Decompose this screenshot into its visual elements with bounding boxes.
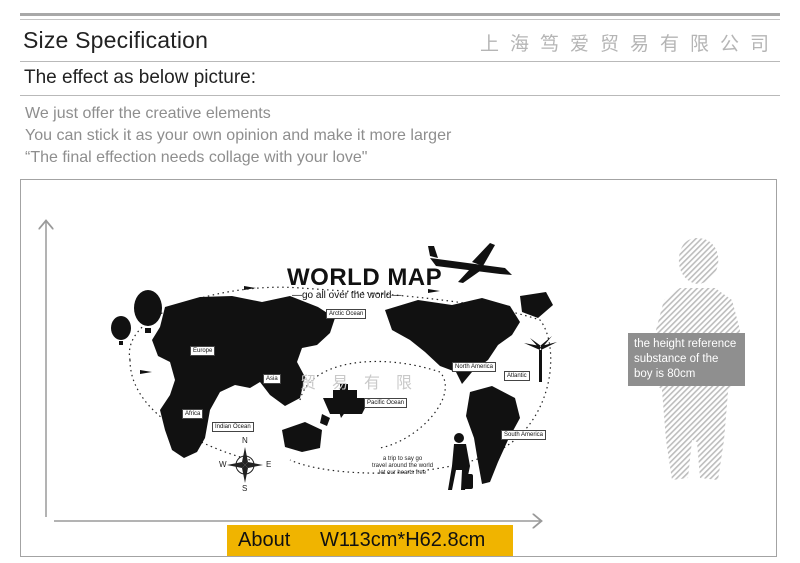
trip-line-3: let our hearts free [379, 470, 427, 476]
compass-east: E [266, 460, 272, 469]
height-reference-note: the height reference substance of the bo… [628, 333, 745, 386]
reference-line-2: substance of the [634, 353, 719, 365]
map-title: WORLD MAP [287, 264, 443, 291]
traveler-girl-icon [448, 433, 473, 490]
watermark-text: 贸易有限 [300, 373, 429, 392]
label-pacific-ocean: Pacific Ocean [364, 398, 408, 408]
compass-rose-icon [227, 447, 263, 483]
label-arctic-ocean: Arctic Ocean [326, 309, 367, 319]
label-south-america: South America [501, 430, 547, 440]
label-north-america: North America [452, 362, 497, 372]
label-africa: Africa [182, 409, 204, 419]
map-subtitle: —go all over the world— [292, 290, 402, 301]
size-label: About [238, 529, 291, 551]
compass-north: N [242, 436, 248, 445]
size-banner: About W113cm*H62.8cm [227, 525, 513, 556]
compass-south: S [242, 484, 248, 493]
compass-west: W [219, 460, 227, 469]
label-atlantic: Atlantic [504, 371, 530, 381]
trip-line-1: a trip to say go [382, 456, 423, 462]
size-value: W113cm*H62.8cm [320, 529, 486, 551]
label-asia: Asia [263, 374, 281, 384]
trip-line-2: travel around the world [372, 463, 434, 469]
label-indian-ocean: Indian Ocean [212, 422, 254, 432]
reference-line-3: boy is 80cm [634, 368, 696, 380]
trip-caption: a trip to say go travel around the world… [372, 456, 433, 477]
reference-line-1: the height reference [634, 338, 737, 350]
label-europe: Europe [190, 346, 216, 356]
